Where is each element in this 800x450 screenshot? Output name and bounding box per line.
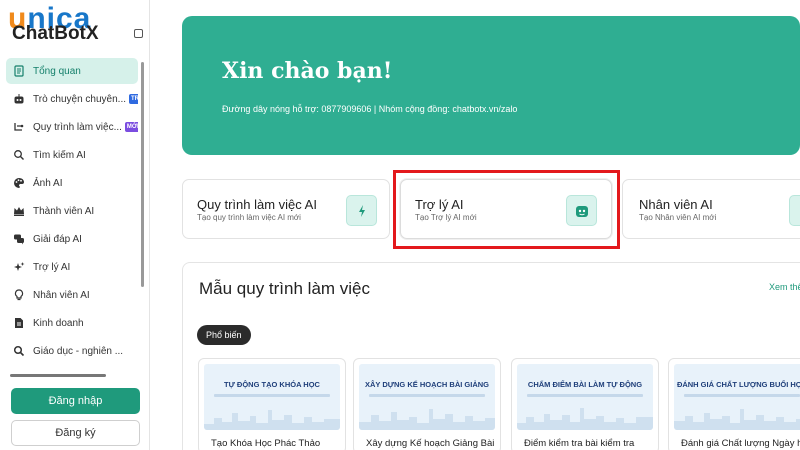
see-more-link[interactable]: Xem thêm: [769, 282, 800, 292]
bolt-icon: [346, 195, 377, 226]
layers-icon: [789, 195, 800, 226]
sidebar-scrollbar-horizontal[interactable]: [10, 374, 106, 377]
template-thumbnail: XÂY DỰNG KẾ HOẠCH BÀI GIẢNG: [359, 364, 495, 430]
brand-name: ChatBotX: [12, 23, 99, 44]
sidebar-item-label: Trợ lý AI: [33, 261, 71, 273]
card-subtitle: Tạo Nhân viên AI mới: [639, 213, 717, 222]
sidebar-item-business[interactable]: Kinh doanh: [6, 310, 138, 336]
sidebar-item-label: Ảnh AI: [33, 177, 63, 189]
skyline-illustration: [674, 409, 800, 430]
thumbnail-title: TỰ ĐỘNG TẠO KHÓA HỌC: [224, 380, 320, 389]
bot-icon: [12, 92, 26, 106]
sidebar-item-label: Tìm kiếm AI: [33, 149, 86, 161]
template-card[interactable]: ĐÁNH GIÁ CHẤT LƯỢNG BUỔI HỌC Đánh giá Ch…: [668, 358, 800, 450]
thumbnail-subtext: [214, 394, 330, 397]
sidebar-item-ai-member[interactable]: Thành viên AI: [6, 198, 138, 224]
sidebar-item-ai-assistant[interactable]: Trợ lý AI: [6, 254, 138, 280]
sidebar-item-education[interactable]: Giáo dục - nghiên ...: [6, 338, 138, 364]
chat-icon: [12, 232, 26, 246]
workflow-ai-card[interactable]: Quy trình làm việc AI Tạo quy trình làm …: [182, 179, 390, 239]
sidebar-item-overview[interactable]: Tổng quan: [6, 58, 138, 84]
thumbnail-title: XÂY DỰNG KẾ HOẠCH BÀI GIẢNG: [364, 380, 489, 389]
tool-badge: TRỢ CỤ: [129, 94, 138, 104]
sidebar-item-workflow[interactable]: Quy trình làm việc... MỚI: [6, 114, 138, 140]
doc-icon: [12, 316, 26, 330]
workflow-icon: [12, 120, 26, 134]
template-title: Đánh giá Chất lượng Ngày học: [681, 438, 800, 449]
sidebar-item-label: Tổng quan: [33, 65, 81, 77]
welcome-banner: Xin chào bạn! Đường dây nóng hỗ trợ: 087…: [182, 16, 800, 155]
sidebar-scrollbar-vertical[interactable]: [141, 62, 144, 287]
template-thumbnail: TỰ ĐỘNG TẠO KHÓA HỌC: [204, 364, 340, 430]
template-title: Điểm kiểm tra bài kiểm tra: [524, 438, 635, 449]
collapse-sidebar-icon[interactable]: [134, 29, 143, 38]
template-card[interactable]: TỰ ĐỘNG TẠO KHÓA HỌC Tạo Khóa Học Phác T…: [198, 358, 346, 450]
hotline-text: Đường dây nóng hỗ trợ: 0877909606 | Nhóm…: [222, 104, 518, 114]
new-badge: MỚI: [124, 122, 138, 132]
sidebar-item-ai-search[interactable]: Tìm kiếm AI: [6, 142, 138, 168]
highlight-box: [393, 170, 620, 249]
template-title: Xây dựng Kế hoạch Giảng Bài: [366, 438, 495, 449]
welcome-title: Xin chào bạn!: [222, 58, 393, 84]
search-icon: [12, 344, 26, 358]
sidebar-item-label: Trò chuyện chuyên...: [33, 93, 127, 105]
sidebar-item-chat-expert[interactable]: Trò chuyện chuyên... TRỢ CỤ: [6, 86, 138, 112]
sidebar-item-label: Giáo dục - nghiên ...: [33, 345, 124, 357]
palette-icon: [12, 176, 26, 190]
skyline-illustration: [204, 410, 340, 430]
section-title: Mẫu quy trình làm việc: [199, 279, 371, 298]
lightbulb-icon: [12, 288, 26, 302]
sidebar-item-label: Thành viên AI: [33, 205, 95, 217]
sidebar-item-label: Giải đáp AI: [33, 233, 82, 245]
ai-employee-card[interactable]: Nhân viên AI Tạo Nhân viên AI mới: [622, 179, 800, 239]
thumbnail-subtext: [369, 394, 485, 397]
sidebar: unica ChatBotX Tổng quan Trò chuyện chuy…: [0, 0, 150, 450]
template-title: Tạo Khóa Học Phác Thảo: [211, 438, 321, 449]
workflow-templates-section: Mẫu quy trình làm việc Xem thêm Phổ biến…: [182, 262, 800, 450]
document-icon: [12, 64, 26, 78]
sidebar-item-label: Quy trình làm việc...: [33, 121, 122, 133]
thumbnail-title: ĐÁNH GIÁ CHẤT LƯỢNG BUỔI HỌC: [676, 380, 800, 389]
sparkle-icon: [12, 260, 26, 274]
thumbnail-subtext: [684, 394, 800, 397]
template-thumbnail: CHẤM ĐIỂM BÀI LÀM TỰ ĐỘNG: [517, 364, 653, 430]
sidebar-item-ai-employee[interactable]: Nhân viên AI: [6, 282, 138, 308]
template-thumbnail: ĐÁNH GIÁ CHẤT LƯỢNG BUỔI HỌC: [674, 364, 800, 430]
sidebar-item-label: Nhân viên AI: [33, 289, 90, 301]
skyline-illustration: [359, 409, 495, 430]
login-button[interactable]: Đăng nhập: [11, 388, 140, 414]
thumbnail-title: CHẤM ĐIỂM BÀI LÀM TỰ ĐỘNG: [527, 380, 643, 389]
skyline-illustration: [517, 408, 653, 430]
card-title: Nhân viên AI: [639, 197, 713, 212]
sidebar-nav: Tổng quan Trò chuyện chuyên... TRỢ CỤ Qu…: [6, 58, 138, 366]
template-card[interactable]: XÂY DỰNG KẾ HOẠCH BÀI GIẢNG Xây dựng Kế …: [353, 358, 501, 450]
register-button[interactable]: Đăng ký: [11, 420, 140, 446]
thumbnail-subtext: [527, 394, 643, 397]
card-subtitle: Tạo quy trình làm việc AI mới: [197, 213, 301, 222]
crown-icon: [12, 204, 26, 218]
search-icon: [12, 148, 26, 162]
sidebar-item-ai-image[interactable]: Ảnh AI: [6, 170, 138, 196]
sidebar-item-ai-qa[interactable]: Giải đáp AI: [6, 226, 138, 252]
template-card[interactable]: CHẤM ĐIỂM BÀI LÀM TỰ ĐỘNG Điểm kiểm tra …: [511, 358, 659, 450]
card-title: Quy trình làm việc AI: [197, 197, 317, 212]
sidebar-item-label: Kinh doanh: [33, 317, 84, 329]
filter-chip-popular[interactable]: Phổ biến: [197, 325, 251, 345]
